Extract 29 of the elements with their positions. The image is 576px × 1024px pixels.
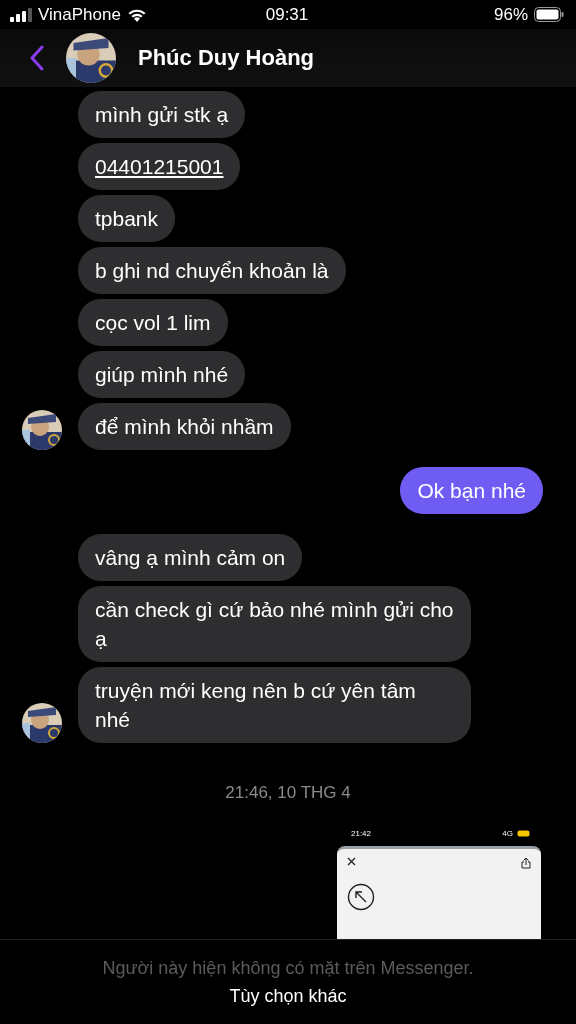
share-icon <box>521 857 531 869</box>
message-bubble: mình gửi stk ạ <box>78 91 246 138</box>
carrier-name: VinaPhone <box>38 4 121 25</box>
close-icon <box>347 857 356 866</box>
unavailable-notice: Người này hiện không có mặt trên Messenger. <box>102 958 474 978</box>
message-bubble: cần check gì cứ bảo nhé mình gửi cho ạ <box>78 586 471 662</box>
message-bubble: để mình khỏi nhầm <box>78 403 291 450</box>
message-bubble: truyện mới keng nên b cứ yên tâm nhé <box>78 667 471 743</box>
message-bubble: giúp mình nhé <box>78 351 246 398</box>
message-bubble: b ghi nd chuyển khoản là <box>78 247 346 294</box>
screenshot-time: 21:42 <box>351 829 372 838</box>
arrow-circle-icon <box>347 883 375 911</box>
contact-name[interactable]: Phúc Duy Hoàng <box>138 45 314 71</box>
back-icon[interactable] <box>30 45 44 71</box>
battery-icon <box>517 830 531 837</box>
message-bubble: cọc vol 1 lim <box>78 299 228 346</box>
account-number-link[interactable]: 04401215001 <box>95 155 224 178</box>
more-options-link[interactable]: Tùy chọn khác <box>229 986 347 1006</box>
message-timestamp: 21:46, 10 THG 4 <box>225 783 351 802</box>
battery-icon <box>534 7 564 22</box>
screenshot-network: 4G <box>502 829 513 838</box>
message-bubble: Ok bạn nhé <box>400 467 543 514</box>
battery-percent: 96% <box>494 4 528 25</box>
avatar[interactable] <box>66 33 116 83</box>
clock-time: 09:31 <box>265 4 309 25</box>
message-bubble: tpbank <box>78 195 176 242</box>
wifi-icon <box>126 7 147 22</box>
message-bubble: vâng ạ mình cảm on <box>78 534 303 581</box>
signal-icon <box>10 7 32 22</box>
